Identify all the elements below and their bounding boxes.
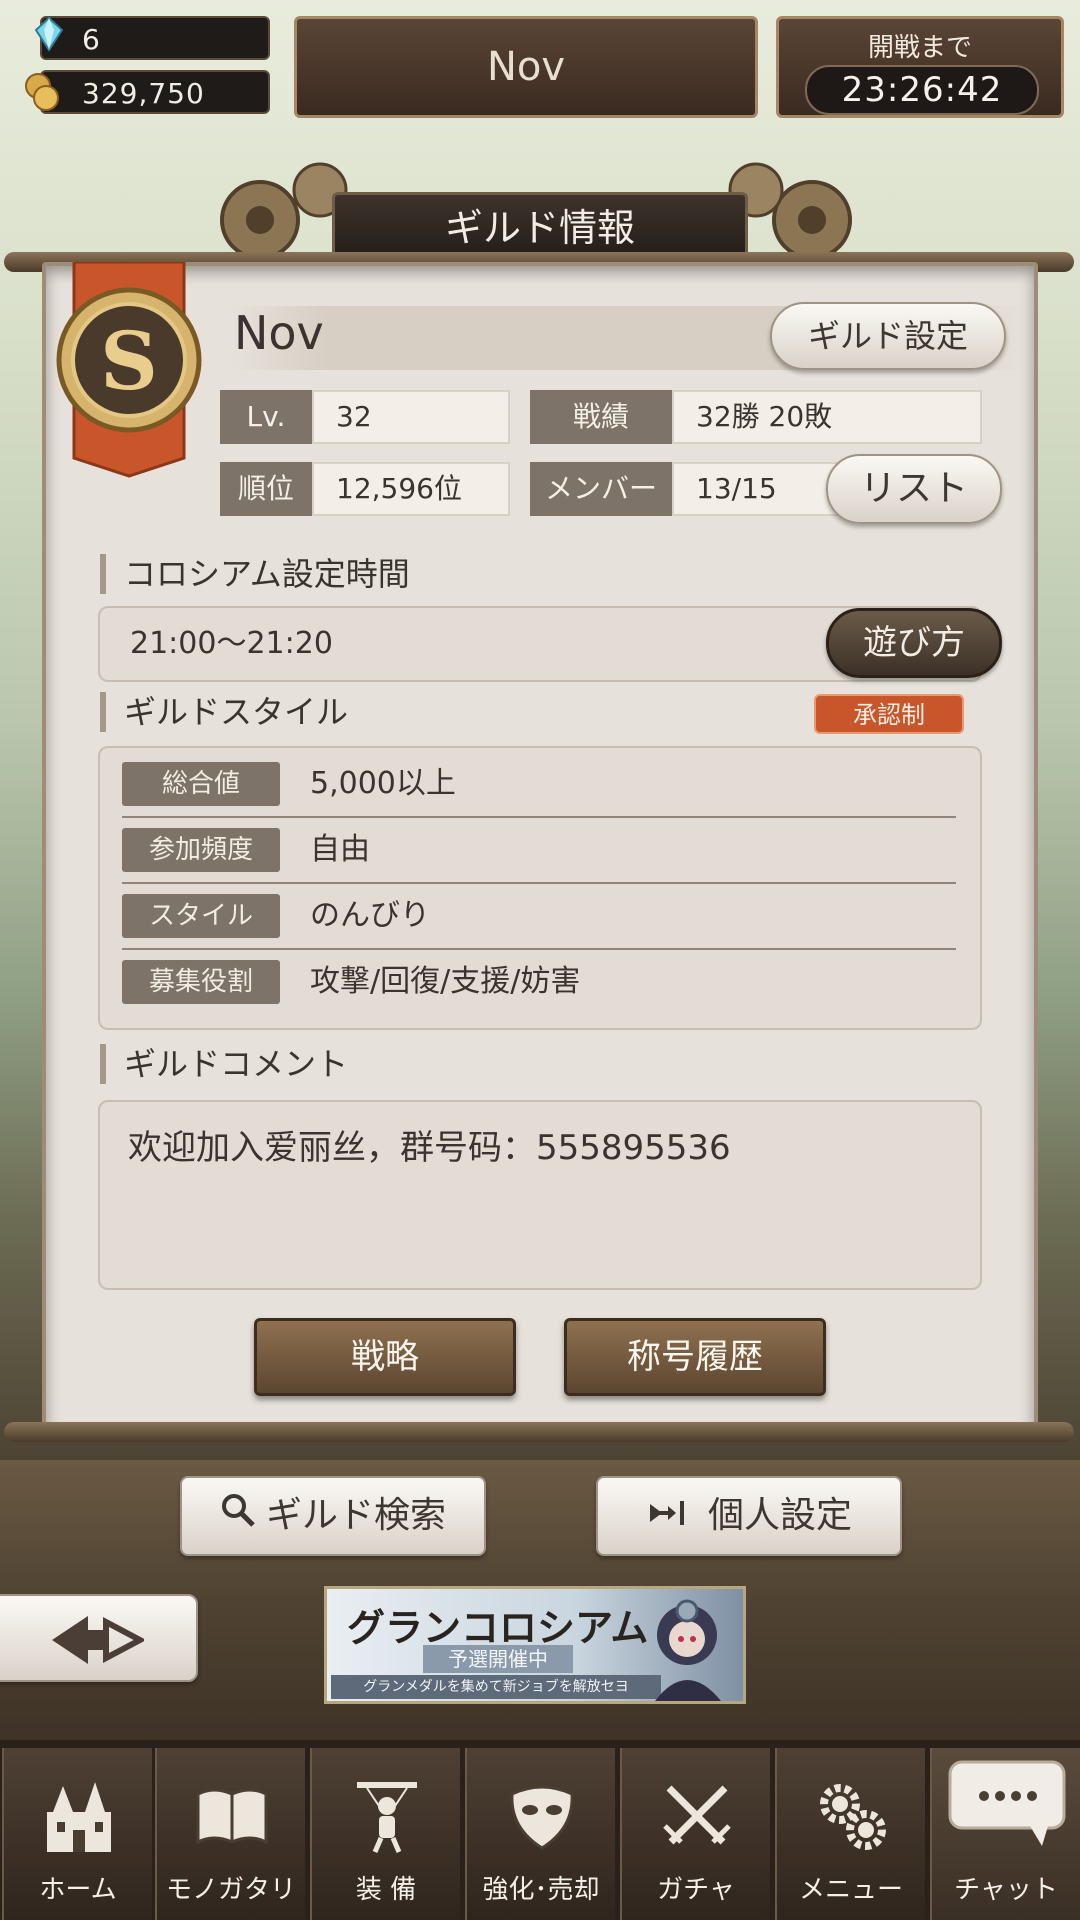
personal-settings-label: 個人設定 [707, 1495, 852, 1536]
nav-label: メニュー [798, 1875, 903, 1905]
puppet-icon [347, 1776, 427, 1856]
guild-comment-box: 欢迎加入爱丽丝，群号码：555895536 [98, 1100, 982, 1290]
how-to-play-button[interactable]: 遊び方 [826, 608, 1002, 678]
nav-home[interactable]: ホーム [2, 1748, 152, 1920]
gears-icon [812, 1776, 892, 1856]
rank-badge: S [54, 260, 204, 478]
member-list-button[interactable]: リスト [826, 454, 1002, 524]
enter-icon [646, 1479, 686, 1555]
style-row-value: 攻撃/回復/支援/妨害 [310, 964, 581, 999]
back-arrow-icon [48, 1612, 147, 1676]
style-row-label: 参加頻度 [122, 828, 280, 872]
approval-badge: 承認制 [814, 694, 964, 734]
nav-enhance-sell[interactable]: 強化･売却 [465, 1748, 615, 1920]
guild-name-header: Nov [294, 16, 758, 118]
member-label: メンバー [530, 462, 672, 516]
personal-settings-button[interactable]: 個人設定 [596, 1476, 902, 1556]
guild-style-box: 総合値 5,000以上 参加頻度 自由 スタイル のんびり 募集役割 攻撃/回復… [98, 746, 982, 1030]
banner-caption: グランメダルを集めて新ジョブを解放セヨ [331, 1675, 661, 1699]
style-row-label: 総合値 [122, 762, 280, 806]
nav-label: ホーム [39, 1875, 117, 1905]
divider [122, 882, 956, 884]
style-row-value: のんびり [310, 898, 430, 933]
record-value: 32勝 20敗 [672, 390, 982, 444]
record-label: 戦績 [530, 390, 672, 444]
nav-label: チャット [954, 1875, 1058, 1905]
nav-label: ガチャ [657, 1875, 735, 1905]
banner-character-art [625, 1589, 743, 1701]
rank-value: 12,596位 [312, 462, 510, 516]
banner-subtitle: 予選開催中 [423, 1645, 573, 1673]
nav-label: モノガタリ [165, 1875, 296, 1905]
guild-settings-button[interactable]: ギルド設定 [770, 302, 1006, 370]
strategy-button[interactable]: 戦略 [254, 1318, 516, 1396]
castle-icon [39, 1776, 119, 1856]
coin-icon [22, 70, 62, 114]
guild-name: Nov [234, 306, 324, 360]
level-label: Lv. [220, 390, 312, 444]
guild-search-label: ギルド検索 [265, 1495, 446, 1536]
style-row-value: 5,000以上 [310, 766, 456, 801]
colosseum-time: 21:00～21:20 [130, 626, 333, 661]
book-icon [192, 1776, 272, 1856]
crystal-icon [34, 16, 64, 52]
back-button[interactable] [0, 1594, 198, 1682]
gem-count: 6 [82, 23, 101, 56]
guild-style-heading: ギルドスタイル [100, 692, 348, 732]
divider [122, 948, 956, 950]
battle-label: 開戦まで [867, 33, 972, 63]
style-row-label: 募集役割 [122, 960, 280, 1004]
nav-story[interactable]: モノガタリ [155, 1748, 305, 1920]
rank-label: 順位 [220, 462, 312, 516]
guild-comment-text: 欢迎加入爱丽丝，群号码：555895536 [128, 1128, 731, 1168]
divider [122, 816, 956, 818]
swords-icon [657, 1776, 737, 1856]
nav-gacha[interactable]: ガチャ [620, 1748, 770, 1920]
nav-equipment[interactable]: 装 備 [310, 1748, 460, 1920]
title-history-button[interactable]: 称号履歴 [564, 1318, 826, 1396]
search-icon [220, 1479, 256, 1555]
countdown-timer: 23:26:42 [805, 65, 1039, 115]
mask-icon [502, 1776, 582, 1856]
style-row-label: スタイル [122, 894, 280, 938]
level-value: 32 [312, 390, 510, 444]
colosseum-heading: コロシアム設定時間 [100, 554, 410, 594]
guild-search-button[interactable]: ギルド検索 [180, 1476, 486, 1556]
nav-label: 装 備 [355, 1875, 417, 1905]
scroll-rod-bottom [4, 1422, 1074, 1442]
nav-label: 強化･売却 [482, 1875, 600, 1905]
nav-menu[interactable]: メニュー [775, 1748, 925, 1920]
chat-icon [946, 1758, 1068, 1854]
nav-chat[interactable]: チャット [930, 1748, 1080, 1920]
gran-colosseum-banner[interactable]: グランコロシアム 予選開催中 グランメダルを集めて新ジョブを解放セヨ [324, 1586, 746, 1704]
battle-countdown: 開戦まで 23:26:42 [776, 16, 1064, 118]
guild-comment-heading: ギルドコメント [100, 1044, 348, 1084]
banner-title: グランコロシアム [347, 1605, 649, 1650]
coin-counter: 329,750 [25, 70, 270, 114]
coin-count: 329,750 [82, 77, 205, 110]
gem-counter: 6 [34, 16, 270, 60]
rank-letter: S [100, 314, 158, 408]
header-guild-name: Nov [486, 44, 566, 90]
style-row-value: 自由 [310, 832, 370, 867]
